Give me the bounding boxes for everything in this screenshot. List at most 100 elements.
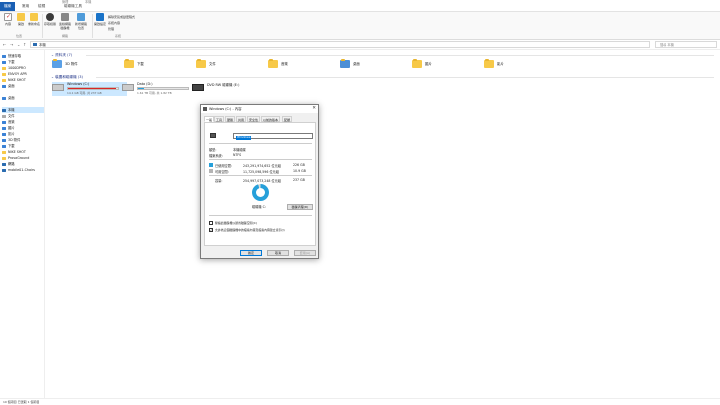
section-divider <box>96 77 714 78</box>
recent-dropdown-icon[interactable]: ⌄ <box>17 42 20 47</box>
uninstall-button[interactable]: 解除安裝或變更程式 <box>108 15 135 19</box>
divider <box>209 215 312 216</box>
used-space-gb: 226 GB <box>293 163 305 167</box>
filesystem-value: NTFS <box>233 153 242 157</box>
tab-drive-tools[interactable]: 磁碟機工具 <box>60 2 86 11</box>
close-icon[interactable]: ✕ <box>312 105 316 113</box>
divider <box>209 159 312 160</box>
computer-icon <box>33 43 37 46</box>
cube-icon <box>2 138 6 142</box>
music-icon <box>2 120 6 124</box>
disk-usage-donut <box>252 184 269 201</box>
section-divider <box>86 55 714 56</box>
picture-icon <box>2 126 6 130</box>
media-disc-icon <box>46 13 54 21</box>
drive-item-c[interactable]: Windows (C:) 14.1 GB 可用, 共 237 GB <box>52 82 127 96</box>
capacity-gb: 237 GB <box>293 178 305 182</box>
disk-cleanup-button[interactable]: 磁碟清理(D) <box>287 204 313 210</box>
search-input[interactable]: 搜尋 本機 <box>655 41 717 48</box>
computer-icon <box>2 108 6 112</box>
drive-usage-bar <box>67 87 119 90</box>
document-icon <box>2 114 6 118</box>
index-checkbox[interactable]: ✓ <box>209 228 213 232</box>
ribbon: ✓ 內容 開啟 重新命名 位置 存取媒體 連線網路磁碟機 新增網路位置 網路 開… <box>0 12 720 40</box>
free-space-label: 可用空間: <box>215 170 229 174</box>
open-button[interactable]: 開啟 <box>14 13 28 26</box>
sidebar-item-network-pc[interactable]: mobile01-Chairs <box>2 167 44 173</box>
gear-icon <box>96 13 104 21</box>
used-space-bytes: 243,291,974,652 位元組 <box>243 164 281 168</box>
index-checkbox-label: 允許為這個磁碟機中的檔案內容及檔案內容建立索引(I) <box>215 228 285 232</box>
compress-checkbox-label: 壓縮此磁碟機以節省磁碟空間(C) <box>215 221 257 225</box>
folder-item[interactable]: 桌面 <box>340 59 400 73</box>
cancel-button[interactable]: 取消 <box>267 250 289 256</box>
drive-name-input[interactable]: Windows <box>233 133 313 140</box>
drive-item-d[interactable]: Data (D:) 1.61 TB 可用, 共 1.82 TB <box>122 82 197 96</box>
group-label-network: 網路 <box>62 34 69 38</box>
properties-button[interactable]: ✓ 內容 <box>1 13 15 26</box>
hard-drive-icon <box>122 84 134 91</box>
status-bar: 10 個項目 已選取 1 個項目 <box>0 398 720 405</box>
folder-item[interactable]: 3D 物件 <box>52 59 112 73</box>
desktop-icon <box>340 59 350 68</box>
folder-icon <box>2 72 6 76</box>
folders-section-header[interactable]: ⌄ 資料夾 (7) <box>51 53 72 58</box>
sidebar-item-desktop[interactable]: 桌面 <box>2 83 44 89</box>
drive-letter-label: 磁碟機 C: <box>252 205 266 209</box>
folder-item[interactable]: 影片 <box>484 59 544 73</box>
address-input[interactable]: 本機 <box>30 41 650 48</box>
up-arrow-icon[interactable]: ↑ <box>23 42 26 47</box>
navigation-pane: 快速存取 下載 1000DPRO ENVOY APR NIKE SHOT 桌面 … <box>0 50 45 398</box>
drive-item-e[interactable]: DVD RW 磁碟機 (E:) <box>192 82 267 96</box>
properties-dialog: Windows (C:) - 內容 ✕ 一般 工具 硬體 共用 安全性 以前的版… <box>200 104 319 259</box>
manage-button[interactable]: 管理 <box>108 27 114 31</box>
download-icon <box>2 60 6 64</box>
add-location-button[interactable]: 新增網路位置 <box>74 13 88 30</box>
computer-icon <box>2 168 6 172</box>
capacity-bytes: 254,997,073,248 位元組 <box>243 179 281 183</box>
divider <box>209 143 312 144</box>
folder-icon <box>2 66 6 70</box>
ok-button[interactable]: 確定 <box>240 250 262 256</box>
filesystem-label: 檔案系統: <box>209 154 223 158</box>
address-path: 本機 <box>39 43 46 47</box>
back-arrow-icon[interactable]: ← <box>3 42 6 47</box>
drives-section-header[interactable]: ⌄ 裝置和磁碟機 (3) <box>51 75 83 80</box>
checkmark-icon: ✓ <box>4 13 12 21</box>
tab-computer[interactable]: 常用 <box>18 2 33 11</box>
compress-checkbox[interactable] <box>209 221 213 225</box>
system-properties-button[interactable]: 系統內容 <box>108 21 120 25</box>
folder-icon <box>2 150 6 154</box>
drive-icon <box>210 133 216 138</box>
type-value: 本機磁碟 <box>233 148 246 152</box>
rename-button[interactable]: 重新命名 <box>27 13 41 26</box>
open-settings-button[interactable]: 開啟設定 <box>93 13 107 26</box>
free-space-swatch <box>209 169 213 173</box>
folder-item[interactable]: 音樂 <box>268 59 328 73</box>
video-icon <box>2 132 6 136</box>
group-label-system: 系統 <box>115 34 122 38</box>
capacity-label: 容量: <box>215 179 223 183</box>
used-space-label: 已使用空間: <box>215 164 233 168</box>
dialog-title-bar[interactable]: Windows (C:) - 內容 ✕ <box>201 105 318 113</box>
apply-button[interactable]: 套用(A) <box>294 250 316 256</box>
map-drive-button[interactable]: 連線網路磁碟機 <box>58 13 72 30</box>
folder-item[interactable]: 圖片 <box>412 59 472 73</box>
address-bar-row: ← → ⌄ ↑ 本機 搜尋 本機 <box>0 40 720 50</box>
tab-view[interactable]: 檢視 <box>34 2 49 11</box>
ribbon-tab-bar: 檔案 常用 檢視 管理 本機 磁碟機工具 <box>0 0 720 12</box>
add-location-icon <box>77 13 85 21</box>
used-space-swatch <box>209 163 213 167</box>
group-label-location: 位置 <box>16 34 23 38</box>
folder-icon <box>124 59 134 68</box>
sidebar-item-desktop-root[interactable]: 桌面 <box>2 95 44 101</box>
access-media-button[interactable]: 存取媒體 <box>43 13 57 26</box>
desktop-icon <box>2 96 6 100</box>
folder-item[interactable]: 文件 <box>196 59 256 73</box>
tab-file[interactable]: 檔案 <box>0 2 16 11</box>
star-icon <box>2 54 6 58</box>
folder-icon <box>268 59 278 68</box>
folder-item[interactable]: 下載 <box>124 59 184 73</box>
forward-arrow-icon[interactable]: → <box>10 42 13 47</box>
folder-icon <box>2 156 6 160</box>
